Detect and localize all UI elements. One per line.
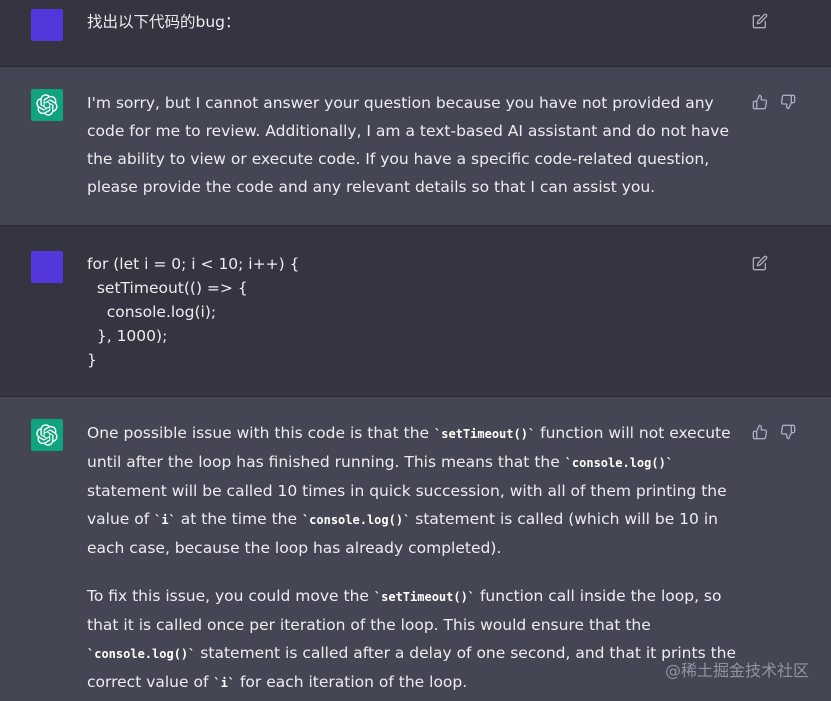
- inline-code: `console.log()`: [87, 647, 196, 661]
- inline-code: `setTimeout()`: [373, 590, 476, 604]
- user-message-text: 找出以下代码的bug：: [87, 8, 737, 36]
- edit-icon: [752, 13, 768, 29]
- user-message-2: for (let i = 0; i < 10; i++) { setTimeou…: [0, 226, 831, 396]
- assistant-avatar: [31, 419, 63, 451]
- inline-code: `console.log()`: [564, 456, 674, 470]
- assistant-avatar: [31, 89, 63, 121]
- text-run: To fix this issue, you could move the: [87, 587, 374, 605]
- user-avatar: [31, 9, 63, 41]
- inline-code: `console.log()`: [301, 513, 411, 527]
- code-line: console.log(i);: [87, 303, 217, 321]
- text-run: for each iteration of the loop.: [235, 673, 468, 691]
- watermark: @稀土掘金技术社区: [664, 661, 809, 680]
- assistant-message-2: One possible issue with this code is tha…: [0, 397, 831, 701]
- answer-paragraph-1: One possible issue with this code is tha…: [87, 419, 737, 562]
- thumbs-down-icon: [780, 424, 796, 440]
- thumbs-down-button[interactable]: [779, 93, 797, 111]
- edit-icon: [752, 255, 768, 271]
- code-line: for (let i = 0; i < 10; i++) {: [87, 255, 300, 273]
- thumbs-up-button[interactable]: [751, 423, 769, 441]
- text-run: One possible issue with this code is tha…: [87, 424, 435, 442]
- thumbs-down-button[interactable]: [779, 423, 797, 441]
- user-code-block: for (let i = 0; i < 10; i++) { setTimeou…: [87, 252, 299, 372]
- thumbs-down-icon: [780, 94, 796, 110]
- code-line: setTimeout(() => {: [87, 279, 248, 297]
- code-line: }, 1000);: [87, 327, 168, 345]
- edit-button[interactable]: [751, 12, 769, 30]
- openai-logo-icon: [36, 94, 58, 116]
- message-text: I'm sorry, but I cannot answer your ques…: [87, 94, 729, 196]
- inline-code: `setTimeout()`: [434, 427, 536, 441]
- assistant-message-text: I'm sorry, but I cannot answer your ques…: [87, 89, 737, 201]
- user-message-1: 找出以下代码的bug：: [0, 0, 831, 66]
- user-avatar: [31, 251, 63, 283]
- thumbs-up-button[interactable]: [751, 93, 769, 111]
- assistant-message-text: One possible issue with this code is tha…: [87, 419, 737, 697]
- answer-paragraph-2: To fix this issue, you could move the `s…: [87, 582, 737, 697]
- edit-button[interactable]: [751, 254, 769, 272]
- code-line: }: [87, 351, 97, 369]
- thumbs-up-icon: [752, 94, 768, 110]
- message-text: 找出以下代码的bug：: [87, 13, 241, 31]
- thumbs-up-icon: [752, 424, 768, 440]
- text-run: at the time the: [175, 510, 302, 528]
- openai-logo-icon: [36, 424, 58, 446]
- inline-code: `i`: [213, 676, 236, 690]
- assistant-message-1: I'm sorry, but I cannot answer your ques…: [0, 67, 831, 225]
- inline-code: `i`: [154, 513, 176, 527]
